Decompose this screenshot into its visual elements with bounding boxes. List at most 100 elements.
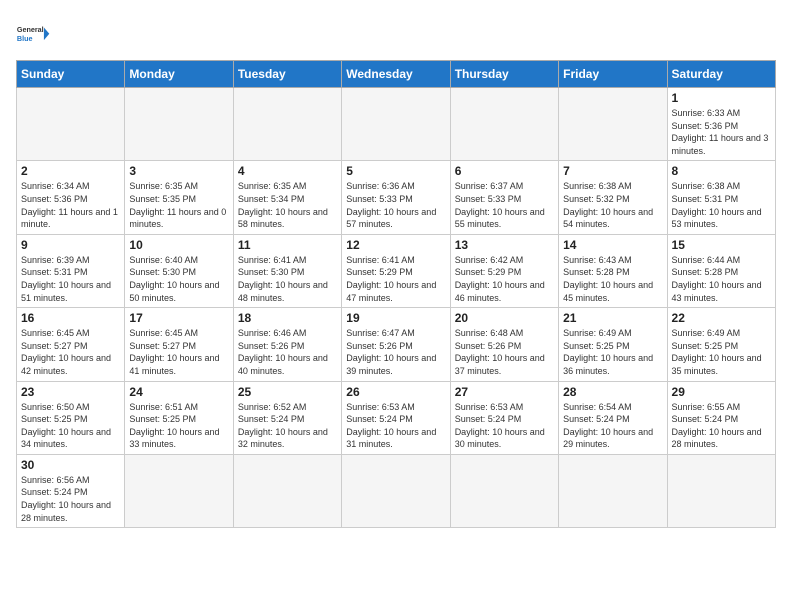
calendar-day-cell: 1 Sunrise: 6:33 AM Sunset: 5:36 PM Daylig… — [667, 88, 775, 161]
day-info: Sunrise: 6:41 AM Sunset: 5:30 PM Dayligh… — [238, 254, 337, 304]
calendar-day-cell: 4 Sunrise: 6:35 AM Sunset: 5:34 PM Daylig… — [233, 161, 341, 234]
calendar-day-cell: 22 Sunrise: 6:49 AM Sunset: 5:25 PM Dayli… — [667, 308, 775, 381]
calendar-week-row: 2 Sunrise: 6:34 AM Sunset: 5:36 PM Daylig… — [17, 161, 776, 234]
calendar-day-cell — [233, 454, 341, 527]
calendar-day-cell: 3 Sunrise: 6:35 AM Sunset: 5:35 PM Daylig… — [125, 161, 233, 234]
calendar-week-row: 1 Sunrise: 6:33 AM Sunset: 5:36 PM Daylig… — [17, 88, 776, 161]
day-number: 4 — [238, 164, 337, 178]
logo: GeneralBlue — [16, 16, 52, 52]
day-info: Sunrise: 6:34 AM Sunset: 5:36 PM Dayligh… — [21, 180, 120, 230]
calendar-day-cell — [450, 454, 558, 527]
day-info: Sunrise: 6:38 AM Sunset: 5:32 PM Dayligh… — [563, 180, 662, 230]
day-info: Sunrise: 6:44 AM Sunset: 5:28 PM Dayligh… — [672, 254, 771, 304]
calendar-day-cell: 26 Sunrise: 6:53 AM Sunset: 5:24 PM Dayli… — [342, 381, 450, 454]
day-number: 25 — [238, 385, 337, 399]
day-info: Sunrise: 6:38 AM Sunset: 5:31 PM Dayligh… — [672, 180, 771, 230]
day-number: 24 — [129, 385, 228, 399]
day-info: Sunrise: 6:51 AM Sunset: 5:25 PM Dayligh… — [129, 401, 228, 451]
day-header-sunday: Sunday — [17, 61, 125, 88]
calendar-week-row: 9 Sunrise: 6:39 AM Sunset: 5:31 PM Daylig… — [17, 234, 776, 307]
day-number: 9 — [21, 238, 120, 252]
day-number: 3 — [129, 164, 228, 178]
calendar-day-cell: 9 Sunrise: 6:39 AM Sunset: 5:31 PM Daylig… — [17, 234, 125, 307]
calendar-day-cell — [125, 88, 233, 161]
day-number: 10 — [129, 238, 228, 252]
day-info: Sunrise: 6:35 AM Sunset: 5:34 PM Dayligh… — [238, 180, 337, 230]
day-info: Sunrise: 6:33 AM Sunset: 5:36 PM Dayligh… — [672, 107, 771, 157]
day-number: 23 — [21, 385, 120, 399]
day-info: Sunrise: 6:35 AM Sunset: 5:35 PM Dayligh… — [129, 180, 228, 230]
calendar-day-cell: 8 Sunrise: 6:38 AM Sunset: 5:31 PM Daylig… — [667, 161, 775, 234]
calendar-day-cell — [559, 88, 667, 161]
calendar-day-cell: 5 Sunrise: 6:36 AM Sunset: 5:33 PM Daylig… — [342, 161, 450, 234]
day-header-wednesday: Wednesday — [342, 61, 450, 88]
logo-icon: GeneralBlue — [16, 16, 52, 52]
day-number: 18 — [238, 311, 337, 325]
calendar-day-cell: 15 Sunrise: 6:44 AM Sunset: 5:28 PM Dayli… — [667, 234, 775, 307]
day-info: Sunrise: 6:48 AM Sunset: 5:26 PM Dayligh… — [455, 327, 554, 377]
day-info: Sunrise: 6:55 AM Sunset: 5:24 PM Dayligh… — [672, 401, 771, 451]
calendar-day-cell: 21Sunrise: 6:49 AM Sunset: 5:25 PM Dayli… — [559, 308, 667, 381]
calendar-day-cell — [450, 88, 558, 161]
day-number: 27 — [455, 385, 554, 399]
day-info: Sunrise: 6:45 AM Sunset: 5:27 PM Dayligh… — [129, 327, 228, 377]
calendar-day-cell: 16 Sunrise: 6:45 AM Sunset: 5:27 PM Dayli… — [17, 308, 125, 381]
calendar-week-row: 30 Sunrise: 6:56 AM Sunset: 5:24 PM Dayli… — [17, 454, 776, 527]
day-number: 5 — [346, 164, 445, 178]
calendar-day-cell: 17 Sunrise: 6:45 AM Sunset: 5:27 PM Dayli… — [125, 308, 233, 381]
calendar-day-cell: 10 Sunrise: 6:40 AM Sunset: 5:30 PM Dayli… — [125, 234, 233, 307]
day-header-friday: Friday — [559, 61, 667, 88]
day-number: 26 — [346, 385, 445, 399]
day-info: Sunrise: 6:53 AM Sunset: 5:24 PM Dayligh… — [346, 401, 445, 451]
calendar-day-cell — [233, 88, 341, 161]
day-number: 12 — [346, 238, 445, 252]
calendar-day-cell — [667, 454, 775, 527]
day-number: 21 — [563, 311, 662, 325]
calendar-day-cell: 13 Sunrise: 6:42 AM Sunset: 5:29 PM Dayli… — [450, 234, 558, 307]
calendar-day-cell: 25 Sunrise: 6:52 AM Sunset: 5:24 PM Dayli… — [233, 381, 341, 454]
calendar-day-cell: 11 Sunrise: 6:41 AM Sunset: 5:30 PM Dayli… — [233, 234, 341, 307]
day-number: 16 — [21, 311, 120, 325]
day-number: 20 — [455, 311, 554, 325]
day-number: 7 — [563, 164, 662, 178]
day-number: 13 — [455, 238, 554, 252]
calendar-day-cell: 2 Sunrise: 6:34 AM Sunset: 5:36 PM Daylig… — [17, 161, 125, 234]
day-info: Sunrise: 6:45 AM Sunset: 5:27 PM Dayligh… — [21, 327, 120, 377]
day-number: 1 — [672, 91, 771, 105]
day-info: Sunrise: 6:49 AM Sunset: 5:25 PM Dayligh… — [672, 327, 771, 377]
calendar-header-row: SundayMondayTuesdayWednesdayThursdayFrid… — [17, 61, 776, 88]
day-info: Sunrise: 6:36 AM Sunset: 5:33 PM Dayligh… — [346, 180, 445, 230]
day-info: Sunrise: 6:47 AM Sunset: 5:26 PM Dayligh… — [346, 327, 445, 377]
day-number: 22 — [672, 311, 771, 325]
calendar-day-cell: 6Sunrise: 6:37 AM Sunset: 5:33 PM Daylig… — [450, 161, 558, 234]
day-number: 2 — [21, 164, 120, 178]
day-info: Sunrise: 6:53 AM Sunset: 5:24 PM Dayligh… — [455, 401, 554, 451]
day-number: 11 — [238, 238, 337, 252]
svg-text:Blue: Blue — [17, 34, 33, 43]
day-info: Sunrise: 6:54 AM Sunset: 5:24 PM Dayligh… — [563, 401, 662, 451]
day-number: 29 — [672, 385, 771, 399]
calendar-day-cell: 19Sunrise: 6:47 AM Sunset: 5:26 PM Dayli… — [342, 308, 450, 381]
day-number: 17 — [129, 311, 228, 325]
day-info: Sunrise: 6:42 AM Sunset: 5:29 PM Dayligh… — [455, 254, 554, 304]
day-number: 8 — [672, 164, 771, 178]
day-number: 30 — [21, 458, 120, 472]
day-header-thursday: Thursday — [450, 61, 558, 88]
calendar-day-cell: 14Sunrise: 6:43 AM Sunset: 5:28 PM Dayli… — [559, 234, 667, 307]
calendar-day-cell — [342, 454, 450, 527]
day-info: Sunrise: 6:46 AM Sunset: 5:26 PM Dayligh… — [238, 327, 337, 377]
day-info: Sunrise: 6:39 AM Sunset: 5:31 PM Dayligh… — [21, 254, 120, 304]
calendar-day-cell: 20 Sunrise: 6:48 AM Sunset: 5:26 PM Dayli… — [450, 308, 558, 381]
day-number: 6 — [455, 164, 554, 178]
day-info: Sunrise: 6:56 AM Sunset: 5:24 PM Dayligh… — [21, 474, 120, 524]
day-info: Sunrise: 6:52 AM Sunset: 5:24 PM Dayligh… — [238, 401, 337, 451]
day-info: Sunrise: 6:40 AM Sunset: 5:30 PM Dayligh… — [129, 254, 228, 304]
calendar-day-cell: 12Sunrise: 6:41 AM Sunset: 5:29 PM Dayli… — [342, 234, 450, 307]
calendar-day-cell: 30 Sunrise: 6:56 AM Sunset: 5:24 PM Dayli… — [17, 454, 125, 527]
calendar-week-row: 23Sunrise: 6:50 AM Sunset: 5:25 PM Dayli… — [17, 381, 776, 454]
calendar-day-cell: 7 Sunrise: 6:38 AM Sunset: 5:32 PM Daylig… — [559, 161, 667, 234]
day-number: 15 — [672, 238, 771, 252]
calendar-day-cell — [17, 88, 125, 161]
calendar-day-cell: 18 Sunrise: 6:46 AM Sunset: 5:26 PM Dayli… — [233, 308, 341, 381]
calendar-day-cell — [559, 454, 667, 527]
